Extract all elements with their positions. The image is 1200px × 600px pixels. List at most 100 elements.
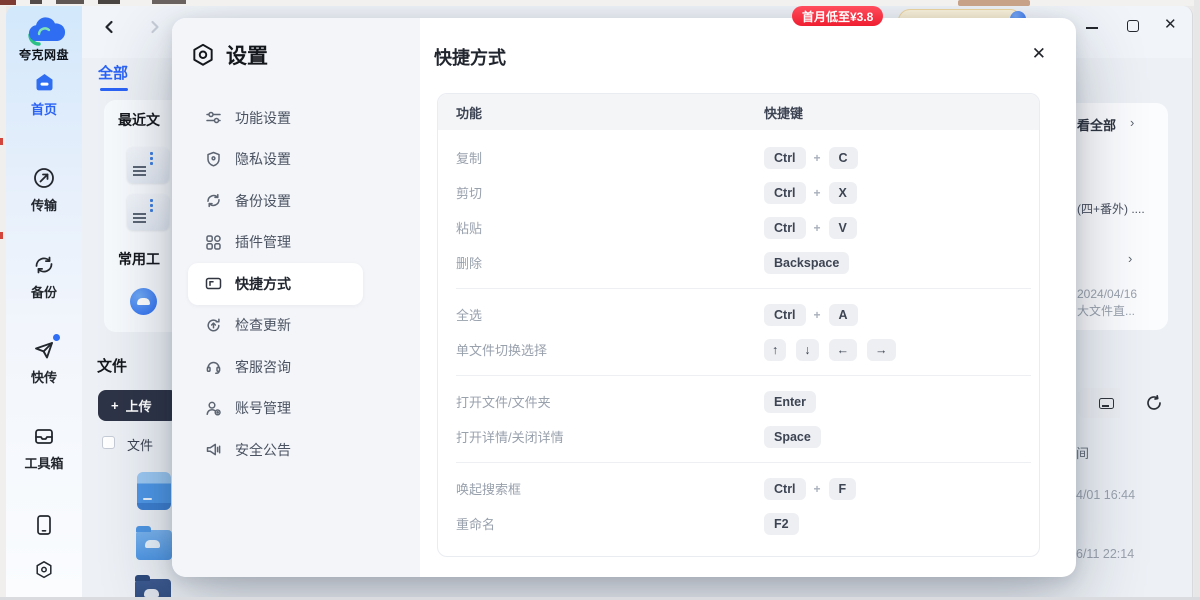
- menu-item-label: 快捷方式: [235, 274, 291, 294]
- sync-icon: [32, 253, 56, 277]
- settings-menu-item-security[interactable]: 安全公告: [172, 429, 420, 471]
- home-icon: [32, 70, 57, 94]
- promo-badge[interactable]: 首月低至¥3.8: [792, 6, 883, 26]
- key-badge-arrow-down: ↓: [796, 339, 818, 361]
- settings-modal: 设置 功能设置 隐私设置: [172, 18, 1076, 577]
- key-badge-arrow-up: ↑: [764, 339, 786, 361]
- nav-forward-button[interactable]: [146, 18, 164, 36]
- chevron-right-icon: ›: [1128, 251, 1132, 266]
- menu-item-label: 备份设置: [235, 191, 291, 211]
- sidebar-item-backup[interactable]: 备份: [6, 253, 82, 301]
- settings-menu-item-account[interactable]: 账号管理: [172, 388, 420, 430]
- tab-all[interactable]: 全部: [98, 62, 128, 83]
- menu-item-label: 客服咨询: [235, 357, 291, 377]
- file-thumbnail[interactable]: [127, 147, 169, 183]
- key-badge: F2: [764, 513, 799, 535]
- key-badge: A: [829, 304, 858, 326]
- settings-menu-item-backup[interactable]: 备份设置: [172, 180, 420, 222]
- app-logo[interactable]: 夸克网盘: [6, 14, 82, 63]
- panel-title: 快捷方式: [434, 44, 506, 70]
- settings-menu: 功能设置 隐私设置 备份设置: [172, 97, 420, 471]
- settings-sidebar: 设置 功能设置 隐私设置: [172, 18, 420, 577]
- sidebar-item-toolbox[interactable]: 工具箱: [6, 424, 82, 472]
- settings-menu-item-plugins[interactable]: 插件管理: [172, 222, 420, 264]
- sidebar-item-label: 快传: [31, 367, 57, 386]
- chevron-right-icon: ›: [1130, 115, 1134, 130]
- refresh-button[interactable]: [1145, 394, 1163, 412]
- select-all-checkbox[interactable]: [102, 436, 115, 449]
- settings-menu-item-update[interactable]: 检查更新: [172, 305, 420, 347]
- backup-drive-icon[interactable]: [137, 472, 171, 510]
- sync-icon: [205, 192, 222, 209]
- grid-icon: [205, 234, 222, 251]
- timestamp: 6/11 22:14: [1076, 547, 1134, 561]
- menu-item-label: 检查更新: [235, 315, 291, 335]
- timestamp: 4/01 16:44: [1076, 488, 1135, 502]
- key-badge: Ctrl: [764, 147, 806, 169]
- plus-separator: +: [814, 151, 821, 165]
- key-badge: Ctrl: [764, 304, 806, 326]
- folder-icon[interactable]: [135, 579, 171, 597]
- table-row: 单文件切换选择 ↑ ↓ ← →: [438, 332, 1039, 367]
- key-badge: Ctrl: [764, 182, 806, 204]
- menu-item-label: 安全公告: [235, 440, 291, 460]
- shortcut-label: 删除: [456, 253, 764, 272]
- quark-cloud-logo-icon: [21, 14, 67, 46]
- key-badge: V: [829, 217, 857, 239]
- settings-menu-item-function[interactable]: 功能设置: [172, 97, 420, 139]
- nav-back-button[interactable]: [100, 18, 118, 36]
- shortcuts-table: 功能 快捷键 复制 Ctrl+C 剪切 Ctrl+X 粘贴 Ctrl+V: [437, 93, 1040, 557]
- menu-item-label: 账号管理: [235, 398, 291, 418]
- shortcut-label: 剪切: [456, 183, 764, 202]
- view-toggle-button[interactable]: [1078, 388, 1120, 418]
- plus-separator: +: [814, 308, 821, 322]
- background-window-fragment: [0, 138, 3, 145]
- plus-separator: +: [814, 221, 821, 235]
- window-maximize-button[interactable]: [1127, 20, 1139, 32]
- settings-button[interactable]: [34, 560, 54, 580]
- sidebar: 夸克网盘 首页 传输 备份: [6, 6, 82, 597]
- folder-icon[interactable]: [136, 530, 172, 560]
- background-window-fragment: [152, 0, 186, 4]
- plus-icon: +: [111, 398, 119, 413]
- file-thumbnail[interactable]: [127, 194, 169, 230]
- sidebar-item-label: 传输: [31, 195, 57, 214]
- file-name-fragment: (四+番外) ....: [1077, 200, 1145, 217]
- shortcut-label: 打开详情/关闭详情: [456, 427, 764, 446]
- table-row: 全选 Ctrl+A: [438, 297, 1039, 332]
- mobile-device-button[interactable]: [34, 514, 54, 536]
- window-minimize-button[interactable]: [1086, 27, 1098, 29]
- sidebar-item-label: 工具箱: [24, 453, 63, 472]
- settings-menu-item-privacy[interactable]: 隐私设置: [172, 139, 420, 181]
- key-badge: Space: [764, 426, 821, 448]
- chevron-left-icon: [103, 20, 115, 34]
- key-badge: F: [829, 478, 857, 500]
- common-tools-title: 常用工: [118, 249, 160, 269]
- update-icon: [205, 317, 222, 334]
- view-all-link[interactable]: 看全部: [1077, 115, 1116, 134]
- table-row: 复制 Ctrl+C: [438, 140, 1039, 175]
- shortcut-label: 打开文件/文件夹: [456, 392, 764, 411]
- settings-menu-item-support[interactable]: 客服咨询: [172, 346, 420, 388]
- files-section-title: 文件: [97, 355, 127, 376]
- table-body: 复制 Ctrl+C 剪切 Ctrl+X 粘贴 Ctrl+V 删除 Backspa…: [438, 130, 1039, 541]
- background-window-fragment: [30, 0, 42, 4]
- list-view-icon: [1099, 398, 1114, 409]
- sidebar-item-home[interactable]: 首页: [6, 70, 82, 118]
- window-close-button[interactable]: ✕: [1164, 15, 1177, 33]
- settings-menu-item-shortcuts[interactable]: 快捷方式: [188, 263, 363, 305]
- modal-close-button[interactable]: ✕: [1032, 45, 1046, 62]
- headset-icon: [205, 358, 222, 375]
- tool-app-icon[interactable]: [130, 288, 157, 315]
- upload-button[interactable]: + 上传: [98, 390, 178, 421]
- key-badge: Backspace: [764, 252, 849, 274]
- sidebar-item-label: 首页: [31, 99, 57, 118]
- sidebar-item-quick-send[interactable]: 快传: [6, 338, 82, 386]
- file-column-label: 文件: [127, 435, 153, 454]
- shortcut-label: 重命名: [456, 514, 764, 533]
- menu-item-label: 功能设置: [235, 108, 291, 128]
- settings-title: 设置: [226, 40, 268, 70]
- sidebar-item-transfer[interactable]: 传输: [6, 166, 82, 214]
- menu-item-label: 插件管理: [235, 232, 291, 252]
- key-badge: X: [829, 182, 857, 204]
